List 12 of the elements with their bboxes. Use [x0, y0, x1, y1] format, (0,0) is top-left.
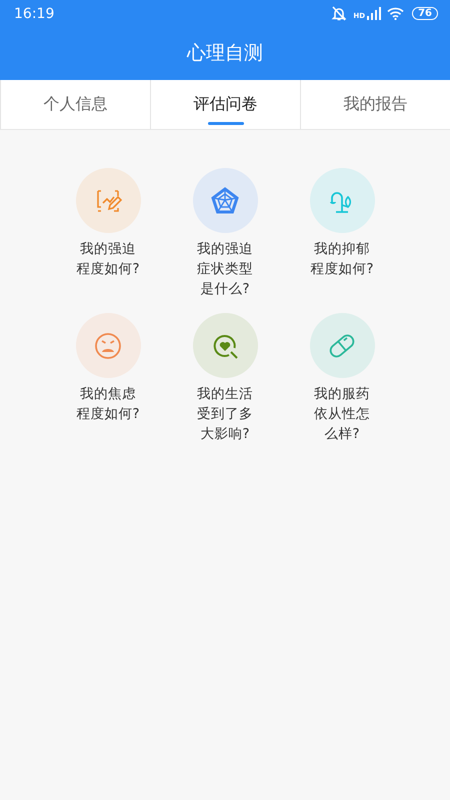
test-item[interactable]: 我的强迫症状类型是什么?	[166, 168, 284, 299]
test-item[interactable]: 我的生活受到了多大影响?	[166, 313, 284, 444]
page-title: 心理自测	[186, 41, 264, 66]
test-item[interactable]: 我的强迫程度如何?	[50, 168, 166, 299]
battery-level: 76	[412, 7, 438, 20]
signal-icon	[367, 7, 382, 20]
bell-off-icon	[331, 6, 348, 21]
test-item[interactable]: 我的抑郁程度如何?	[284, 168, 400, 299]
test-item[interactable]: 我的服药依从性怎么样?	[284, 313, 400, 444]
status-time: 16:19	[14, 6, 54, 22]
wifi-icon	[387, 7, 404, 20]
test-item[interactable]: 我的焦虑程度如何?	[50, 313, 166, 444]
